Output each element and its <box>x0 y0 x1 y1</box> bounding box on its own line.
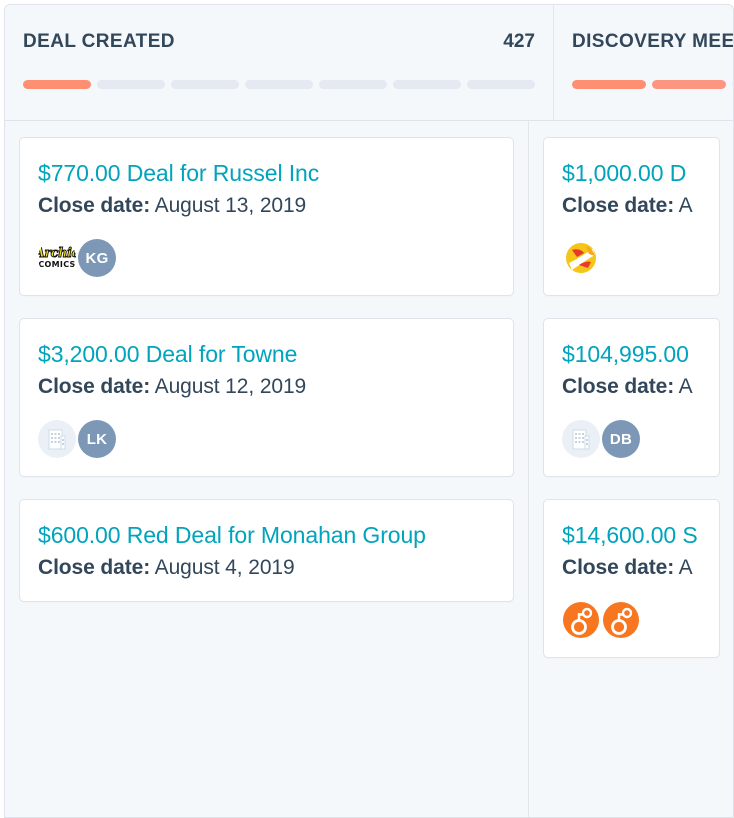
stage-segment[interactable] <box>652 80 726 89</box>
deal-card-title[interactable]: $1,000.00 D <box>562 158 701 189</box>
pipeline-header-row: DEAL CREATED 427 DISCOVERY MEE <box>5 5 733 121</box>
deal-card[interactable]: $1,000.00 D Close date: A <box>543 137 720 296</box>
deal-card-title[interactable]: $3,200.00 Deal for Towne <box>38 339 495 370</box>
hubspot-logo[interactable] <box>562 601 600 639</box>
deal-card-associations <box>562 601 701 639</box>
close-date-label: Close date: <box>38 194 151 217</box>
column-title-line: DISCOVERY MEE <box>572 31 734 53</box>
close-date-value: August 4, 2019 <box>154 556 295 579</box>
close-date-value: August 12, 2019 <box>154 375 307 398</box>
deal-close-date: Close date: A <box>562 191 701 221</box>
column-header-discovery-meeting: DISCOVERY MEE <box>553 5 734 120</box>
archie-comics-logo[interactable]: Archie COMICS <box>38 239 76 277</box>
stage-segment[interactable] <box>319 80 387 89</box>
pipeline-columns: $770.00 Deal for Russel Inc Close date: … <box>5 121 733 817</box>
deal-close-date: Close date: August 12, 2019 <box>38 372 495 402</box>
contact-avatar[interactable]: DB <box>602 420 640 458</box>
deal-card-associations <box>562 239 701 277</box>
deal-card-associations: LK <box>38 420 495 458</box>
deal-card[interactable]: $104,995.00 Close date: A DB <box>543 318 720 477</box>
archie-logo-line1: Archie <box>38 246 76 261</box>
stage-segment[interactable] <box>171 80 239 89</box>
close-date-label: Close date: <box>562 375 675 398</box>
company-logo[interactable] <box>562 239 600 277</box>
close-date-value: A <box>678 556 693 579</box>
stage-segment[interactable] <box>97 80 165 89</box>
stage-segment[interactable] <box>572 80 646 89</box>
deal-card[interactable]: $600.00 Red Deal for Monahan Group Close… <box>19 499 514 602</box>
deal-card-title[interactable]: $14,600.00 S <box>562 520 701 551</box>
column-title: DEAL CREATED <box>23 31 175 52</box>
stage-progress-bar <box>23 80 535 89</box>
column-deal-created: $770.00 Deal for Russel Inc Close date: … <box>5 121 528 817</box>
company-placeholder-icon[interactable] <box>38 420 76 458</box>
stage-segment[interactable] <box>467 80 535 89</box>
contact-avatar[interactable]: KG <box>78 239 116 277</box>
column-title-line: DEAL CREATED 427 <box>23 31 535 53</box>
deal-close-date: Close date: A <box>562 372 701 402</box>
deal-card[interactable]: $770.00 Deal for Russel Inc Close date: … <box>19 137 514 296</box>
stage-progress-bar <box>572 80 733 89</box>
close-date-value: A <box>678 375 693 398</box>
close-date-value: A <box>678 194 693 217</box>
stage-segment[interactable] <box>393 80 461 89</box>
column-discovery-meeting: $1,000.00 D Close date: A $104,995.00 Cl… <box>528 121 733 817</box>
deal-card-associations: DB <box>562 420 701 458</box>
close-date-label: Close date: <box>562 194 675 217</box>
deal-close-date: Close date: August 4, 2019 <box>38 553 495 583</box>
deal-card-title[interactable]: $770.00 Deal for Russel Inc <box>38 158 495 189</box>
deal-card[interactable]: $14,600.00 S Close date: A <box>543 499 720 658</box>
hubspot-logo[interactable] <box>602 601 640 639</box>
close-date-label: Close date: <box>38 556 151 579</box>
deal-close-date: Close date: August 13, 2019 <box>38 191 495 221</box>
close-date-label: Close date: <box>38 375 151 398</box>
column-title: DISCOVERY MEE <box>572 31 734 52</box>
close-date-value: August 13, 2019 <box>154 194 307 217</box>
stage-segment[interactable] <box>23 80 91 89</box>
contact-avatar[interactable]: LK <box>78 420 116 458</box>
deal-card-title[interactable]: $600.00 Red Deal for Monahan Group <box>38 520 495 551</box>
deal-close-date: Close date: A <box>562 553 701 583</box>
company-placeholder-icon[interactable] <box>562 420 600 458</box>
deal-pipeline-board: DEAL CREATED 427 DISCOVERY MEE $770.00 D… <box>4 4 734 818</box>
deal-card-title[interactable]: $104,995.00 <box>562 339 701 370</box>
column-deal-count: 427 <box>503 31 535 52</box>
deal-card-associations: Archie COMICS KG <box>38 239 495 277</box>
stage-segment[interactable] <box>245 80 313 89</box>
archie-logo-line2: COMICS <box>38 260 76 269</box>
close-date-label: Close date: <box>562 556 675 579</box>
deal-card[interactable]: $3,200.00 Deal for Towne Close date: Aug… <box>19 318 514 477</box>
column-header-deal-created: DEAL CREATED 427 <box>5 5 553 120</box>
